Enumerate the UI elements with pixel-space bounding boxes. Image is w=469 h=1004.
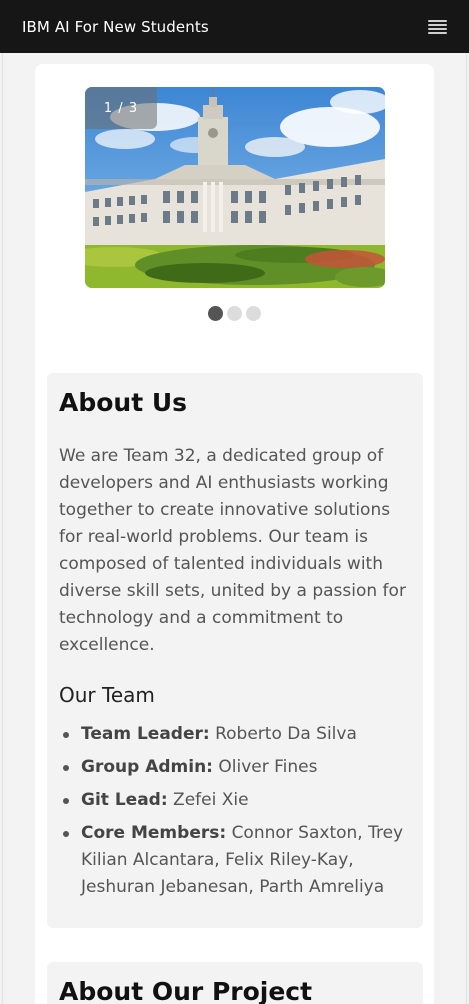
team-member-item: Git Lead: Zefei Xie <box>59 787 411 814</box>
team-member-item: Core Members: Connor Saxton, Trey Kilian… <box>59 820 411 901</box>
member-name: Oliver Fines <box>218 757 318 777</box>
site-title[interactable]: IBM AI For New Students <box>22 18 209 36</box>
team-list: Team Leader: Roberto Da Silva Group Admi… <box>59 721 411 901</box>
member-role: Core Members: <box>81 823 227 843</box>
top-navbar: IBM AI For New Students <box>0 0 469 53</box>
about-us-section: About Us We are Team 32, a dedicated gro… <box>47 373 423 928</box>
team-member-item: Team Leader: Roberto Da Silva <box>59 721 411 748</box>
team-member-item: Group Admin: Oliver Fines <box>59 754 411 781</box>
member-role: Team Leader: <box>81 724 210 744</box>
member-name: Roberto Da Silva <box>215 724 357 744</box>
member-role: Group Admin: <box>81 757 213 777</box>
our-team-heading: Our Team <box>59 683 155 707</box>
about-project-heading: About Our Project <box>59 977 313 1004</box>
carousel-dot-3[interactable] <box>246 306 261 321</box>
hamburger-menu-icon[interactable] <box>428 19 447 34</box>
about-us-heading: About Us <box>59 388 188 417</box>
carousel-dot-1[interactable] <box>208 306 223 321</box>
slide-counter: 1 / 3 <box>85 87 157 129</box>
carousel-dot-2[interactable] <box>227 306 242 321</box>
member-role: Git Lead: <box>81 790 168 810</box>
image-carousel[interactable]: 1 / 3 <box>85 87 385 288</box>
member-name: Zefei Xie <box>173 790 249 810</box>
right-border <box>466 53 467 1004</box>
about-project-section: About Our Project <box>47 962 423 1004</box>
about-us-text: We are Team 32, a dedicated group of dev… <box>59 446 406 655</box>
carousel-indicators <box>208 306 261 321</box>
left-border <box>2 53 3 1004</box>
